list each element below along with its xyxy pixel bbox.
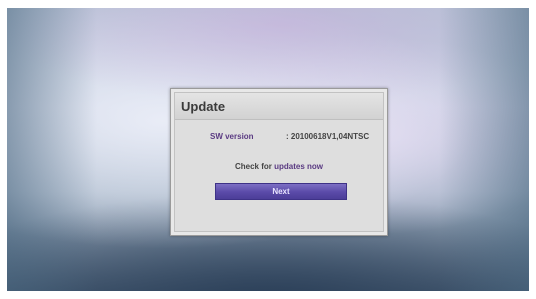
dialog-panel: Update SW version : 20100618V1,04NTSC Ch… — [174, 92, 384, 232]
check-updates-accent: updates now — [274, 162, 324, 171]
next-button[interactable]: Next — [215, 183, 347, 200]
sw-version-value: : 20100618V1,04NTSC — [286, 132, 370, 141]
update-dialog: Update SW version : 20100618V1,04NTSC Ch… — [170, 88, 388, 236]
background-vignette-right — [439, 8, 529, 291]
dialog-content: SW version : 20100618V1,04NTSC Check for… — [175, 120, 383, 231]
check-updates-text: Check for updates now — [175, 162, 383, 171]
background-vignette-left — [7, 8, 97, 291]
dialog-title: Update — [181, 99, 226, 114]
dialog-title-bar: Update — [175, 93, 383, 120]
sw-version-label: SW version — [210, 132, 254, 141]
check-updates-prefix: Check for — [234, 162, 272, 171]
tv-screen: Update SW version : 20100618V1,04NTSC Ch… — [7, 8, 529, 291]
